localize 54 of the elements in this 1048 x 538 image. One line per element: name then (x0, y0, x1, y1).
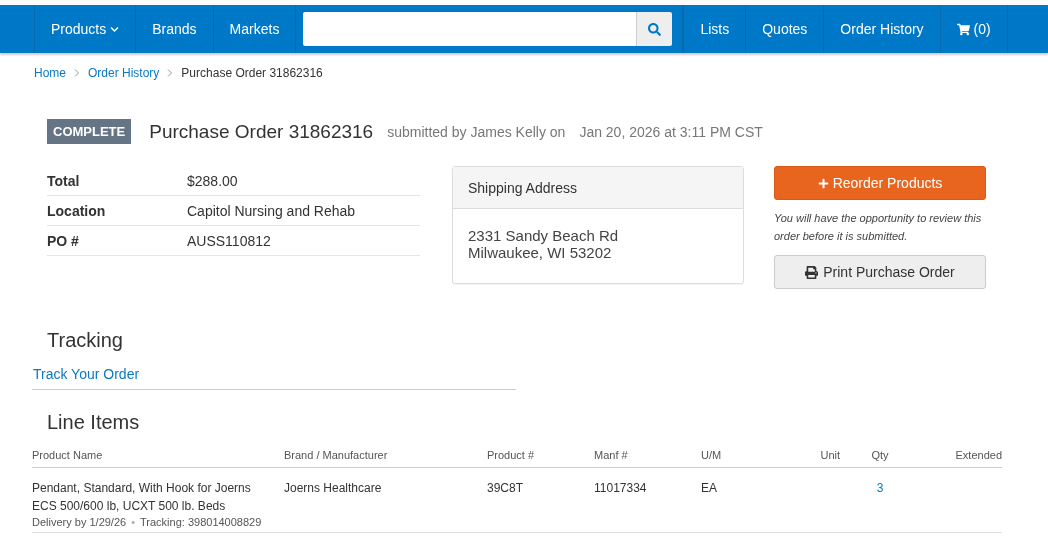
order-title: Purchase Order 31862316 (149, 120, 374, 143)
nav-link[interactable]: Products (34, 5, 136, 53)
delivery-date: Delivery by 1/29/26 (32, 516, 127, 528)
nav-link[interactable]: Brands (135, 5, 213, 53)
status-badge: COMPLETE (47, 119, 132, 144)
column-header: Product # (487, 448, 536, 461)
print-button[interactable]: Print Purchase Order (774, 255, 986, 289)
detail-value: $288.00 (187, 172, 238, 189)
column-header: Unit (819, 448, 840, 461)
printer-icon (805, 265, 819, 279)
table-cell-text: 11017334 (594, 480, 648, 497)
cart-icon (956, 22, 970, 36)
reorder-button[interactable]: Reorder Products (774, 166, 986, 200)
card-title: Shipping Address (453, 167, 743, 209)
reorder-note: You will have the opportunity to review this order before it is submitted. (774, 211, 983, 244)
table-cell-text: 39C8T (487, 480, 525, 497)
track-order-link[interactable]: Track Your Order (33, 366, 140, 382)
plus-icon (817, 177, 829, 189)
detail-value: Capitol Nursing and Rehab (187, 202, 356, 219)
tracking-number: Tracking: 398014008829 (140, 516, 262, 528)
section-title: Tracking (47, 329, 124, 352)
nav-link[interactable]: Lists (683, 5, 746, 53)
column-header: Brand / Manufacturer (284, 448, 389, 461)
column-header: Manf # (594, 448, 629, 461)
search-button[interactable] (636, 12, 673, 46)
chevron-icon (167, 69, 174, 77)
submitted-date: Jan 20, 2026 at 3:11 PM CST (579, 123, 763, 140)
product-name: Pendant, Standard, With Hook for Joerns ECS 500/600 lb, UCXT 500 lb. Beds (32, 480, 252, 515)
shipping-address: 2331 Sandy Beach Rd Milwaukee, WI 53202 (467, 226, 620, 263)
column-header: Product Name (32, 448, 104, 461)
detail-value: AUSS110812 (187, 232, 271, 249)
chevron-icon (74, 69, 80, 77)
column-header: U/M (701, 448, 723, 461)
cart-link[interactable]: (0) (939, 5, 1007, 53)
separator-dot: • (131, 516, 136, 528)
detail-label: PO # (47, 232, 80, 249)
table-cell-text: EA (701, 480, 718, 497)
nav-link[interactable]: Quotes (745, 5, 824, 53)
nav-link[interactable]: Markets (212, 5, 296, 53)
column-header: Extended (954, 448, 1002, 461)
breadcrumb-link[interactable]: Order History (88, 66, 160, 80)
breadcrumb-link[interactable]: Home (34, 66, 66, 80)
nav-link[interactable]: Order History (823, 5, 940, 53)
breadcrumb-current: Purchase Order 31862316 (181, 66, 323, 80)
caret-icon (110, 24, 120, 34)
search-field[interactable] (303, 12, 637, 46)
table-cell-text: Joerns Healthcare (284, 480, 383, 497)
detail-label: Location (47, 202, 107, 219)
detail-label: Total (47, 172, 81, 189)
search-icon (648, 22, 662, 36)
section-title: Line Items (47, 411, 141, 434)
submitted-by: submitted by James Kelly on (387, 123, 566, 140)
column-header: Qty (870, 448, 890, 461)
quantity: 3 (876, 481, 884, 495)
